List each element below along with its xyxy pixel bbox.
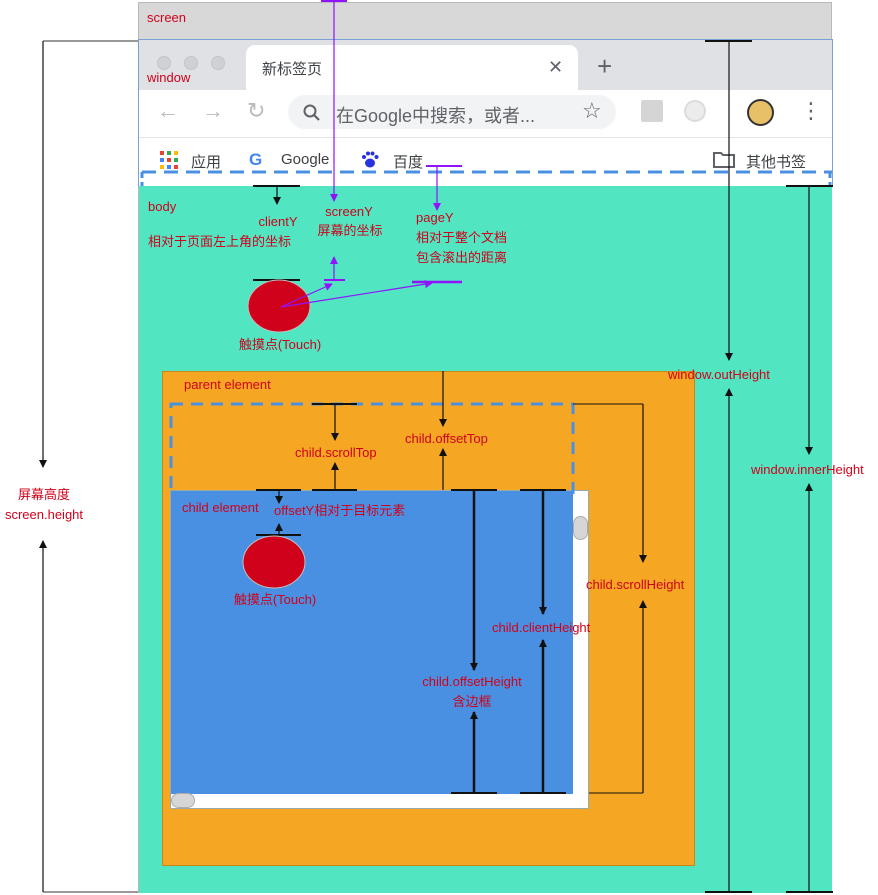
touch-point-child [242, 535, 306, 589]
window-outheight-label: window.outHeight [668, 367, 770, 382]
screeny-description: 屏幕的坐标 [317, 223, 383, 238]
pagey-description-line1: 相对于整个文档 [416, 230, 508, 245]
touch-point-top [247, 279, 311, 333]
pagey-label: pageY [416, 210, 454, 225]
offsetheight-label: child.offsetHeight [422, 674, 522, 689]
touch-point-label-top: 触摸点(Touch) [238, 337, 322, 352]
clienty-label: clientY [258, 214, 298, 229]
screen-height-cn-label: 屏幕高度 [17, 487, 70, 502]
pagey-description-line2: 包含滚出的距离 [416, 250, 508, 265]
clientheight-label: child.clientHeight [492, 620, 591, 635]
screen-height-label: screen.height [4, 507, 84, 522]
offsetheight-note: 含边框 [452, 694, 492, 709]
offsettop-label: child.offsetTop [405, 431, 488, 446]
offsety-label: offsetY相对于目标元素 [274, 503, 406, 518]
screeny-label: screenY [325, 204, 373, 219]
annotation-overlay [39, 0, 833, 893]
touch-point-label-child: 触摸点(Touch) [233, 592, 317, 607]
scrolltop-label: child.scrollTop [295, 445, 377, 460]
scrollheight-label: child.scrollHeight [586, 577, 685, 592]
window-innerheight-label: window.innerHeight [751, 462, 864, 477]
clienty-description: 相对于页面左上角的坐标 [148, 234, 292, 249]
